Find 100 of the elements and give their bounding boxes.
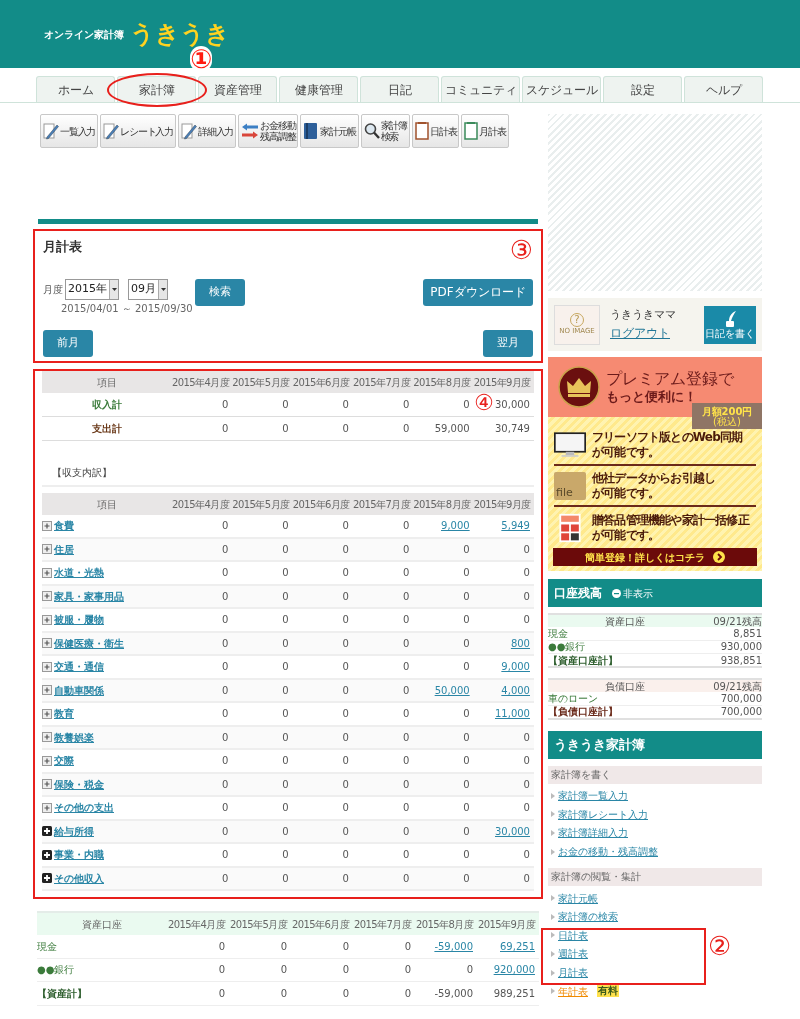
nav-tab[interactable]: コミュニティ — [441, 76, 520, 102]
toolbar-button[interactable]: 日計表 — [412, 114, 460, 148]
table-cell-text: 0 — [463, 707, 470, 722]
toolbar-button[interactable]: 家計元帳 — [300, 114, 359, 148]
toolbar-button[interactable]: 家計簿 検索 — [360, 114, 411, 148]
table-cell-text: 0 — [282, 848, 289, 863]
table-cell-text: 0 — [221, 542, 229, 557]
write-diary-button[interactable]: 日記を書く — [704, 305, 756, 344]
menu-link[interactable]: 年計表 — [558, 983, 588, 999]
table-cell-text: 0 — [402, 519, 410, 534]
category-link[interactable]: 水道・光熱 — [54, 565, 104, 581]
nav-tab[interactable]: 家計簿 — [117, 76, 196, 102]
caret-icon — [551, 811, 555, 818]
row-label: 現金 — [37, 939, 58, 954]
category-link[interactable]: 保健医療・衛生 — [54, 635, 124, 651]
table-cell-text: 0 — [221, 566, 229, 581]
category-link[interactable]: 住居 — [54, 541, 74, 557]
menu-link[interactable]: 月計表 — [558, 965, 588, 981]
category-link[interactable]: 交通・通信 — [54, 659, 104, 675]
column-header: 2015年6月度 — [291, 917, 351, 932]
toolbar-button[interactable]: 一覧入力 — [40, 114, 99, 148]
category-link[interactable]: 保険・税金 — [54, 776, 104, 792]
category-link[interactable]: 家具・家事用品 — [54, 588, 124, 604]
column-header: 2015年8月度 — [413, 497, 472, 512]
logout-link[interactable]: ログアウト — [610, 323, 676, 342]
caret-icon — [551, 969, 555, 976]
amount-link[interactable]: 920,000 — [493, 962, 535, 978]
table-cell-text: 0 — [402, 660, 410, 675]
nav-tab[interactable]: ヘルプ — [684, 76, 763, 102]
book-icon — [303, 122, 320, 140]
previous-month-button[interactable]: 前月 — [43, 329, 93, 357]
month-select[interactable]: 09月 — [128, 279, 168, 300]
table-cell-text: 0 — [523, 613, 530, 628]
premium-banner[interactable]: プレミアム登録で もっと便利に！ 月額200円 (税込) フリーソフト版とのWeb同期 が可能です。 file 他社データからお引越し が可能です。 贈答品管理機能や家計一括修正 が可能です。 簡単登録！詳しくはコチラ — [548, 357, 762, 571]
menu-link[interactable]: 日計表 — [558, 927, 588, 943]
pencil-icon — [181, 122, 197, 140]
nav-tab[interactable]: スケジュール — [522, 76, 601, 102]
amount-link[interactable]: 69,251 — [500, 938, 535, 954]
table-cell-text: 0 — [402, 636, 410, 651]
nav-tab[interactable]: ホーム — [36, 76, 115, 102]
menu-link[interactable]: 家計簿の検索 — [558, 909, 618, 925]
table-cell-text: 0 — [282, 542, 289, 557]
feature-text: 贈答品管理機能や家計一括修正 が可能です。 — [592, 512, 749, 543]
menu-link[interactable]: 家計簿詳細入力 — [558, 825, 628, 841]
amount-link[interactable]: 4,000 — [501, 682, 530, 698]
table-cell-text: 0 — [463, 848, 470, 863]
nav-tab[interactable]: 設定 — [603, 76, 682, 102]
menu-link[interactable]: 家計簿一覧入力 — [558, 788, 628, 804]
toolbar-button[interactable]: 詳細入力 — [178, 114, 237, 148]
category-link[interactable]: 教養娯楽 — [54, 729, 94, 745]
menu-link[interactable]: お金の移動・残高調整 — [558, 844, 658, 860]
nav-tab[interactable]: 健康管理 — [279, 76, 358, 102]
category-link[interactable]: その他の支出 — [54, 800, 114, 816]
category-link[interactable]: 事業・内職 — [54, 847, 104, 863]
pencil-icon — [43, 122, 59, 140]
toolbar-button[interactable]: 月計表 — [461, 114, 509, 148]
table-cell-text: 0 — [221, 730, 229, 745]
category-link[interactable]: 交際 — [54, 753, 74, 769]
menu-link[interactable]: 家計簿レシート入力 — [558, 806, 648, 822]
menu-link[interactable]: 家計元帳 — [558, 890, 598, 906]
table-cell-text: 0 — [402, 824, 410, 839]
table-cell-text: 0 — [402, 398, 410, 412]
column-header: 2015年4月度 — [172, 497, 231, 512]
hide-toggle[interactable]: 非表示 — [612, 585, 653, 601]
nav-tab[interactable]: 日記 — [360, 76, 439, 102]
next-month-button[interactable]: 翌月 — [483, 329, 533, 357]
amount-link[interactable]: 5,949 — [501, 518, 530, 534]
amount-link[interactable]: 11,000 — [495, 706, 530, 722]
nav-tab[interactable]: 資産管理 — [198, 76, 277, 102]
toolbar-button[interactable]: レシート入力 — [100, 114, 176, 148]
amount-link[interactable]: 9,000 — [501, 659, 530, 675]
account-name: 車のローン — [548, 691, 599, 706]
amount-link[interactable]: 50,000 — [434, 682, 470, 698]
search-button[interactable]: 検索 — [195, 278, 245, 306]
amount-link[interactable]: 9,000 — [441, 518, 470, 534]
table-cell-text: 0 — [402, 589, 410, 604]
dropdown-icon — [158, 280, 167, 299]
year-select[interactable]: 2015年 — [65, 279, 119, 300]
amount-link[interactable]: 30,000 — [495, 823, 530, 839]
pdf-download-button[interactable]: PDFダウンロード — [423, 278, 533, 306]
menu-link[interactable]: 週計表 — [558, 946, 588, 962]
table-cell-text: 0 — [218, 939, 225, 954]
table-cell-text: 0 — [463, 566, 470, 581]
category-link[interactable]: 自動車関係 — [54, 682, 104, 698]
amount-link[interactable]: -59,000 — [434, 938, 473, 954]
category-link[interactable]: 食費 — [54, 518, 74, 534]
category-link[interactable]: 教育 — [54, 706, 74, 722]
signup-bar[interactable]: 簡単登録！詳しくはコチラ — [553, 548, 757, 566]
category-link[interactable]: その他収入 — [54, 870, 104, 886]
amount-link[interactable]: 800 — [510, 635, 530, 651]
table-cell-text: 0 — [221, 398, 229, 412]
category-link[interactable]: 給与所得 — [54, 823, 94, 839]
category-link[interactable]: 被服・履物 — [54, 612, 104, 628]
table-cell-text: 0 — [280, 963, 287, 978]
table-cell-text: 0 — [342, 707, 349, 722]
toolbar-button[interactable]: お金移動 残高調整 — [238, 114, 299, 148]
menu-heading: 家計簿の閲覧・集計 — [548, 867, 762, 886]
table-cell-text: 0 — [463, 754, 470, 769]
section-label: 【収支内訳】 — [52, 466, 113, 480]
table-cell-text: 0 — [282, 707, 289, 722]
